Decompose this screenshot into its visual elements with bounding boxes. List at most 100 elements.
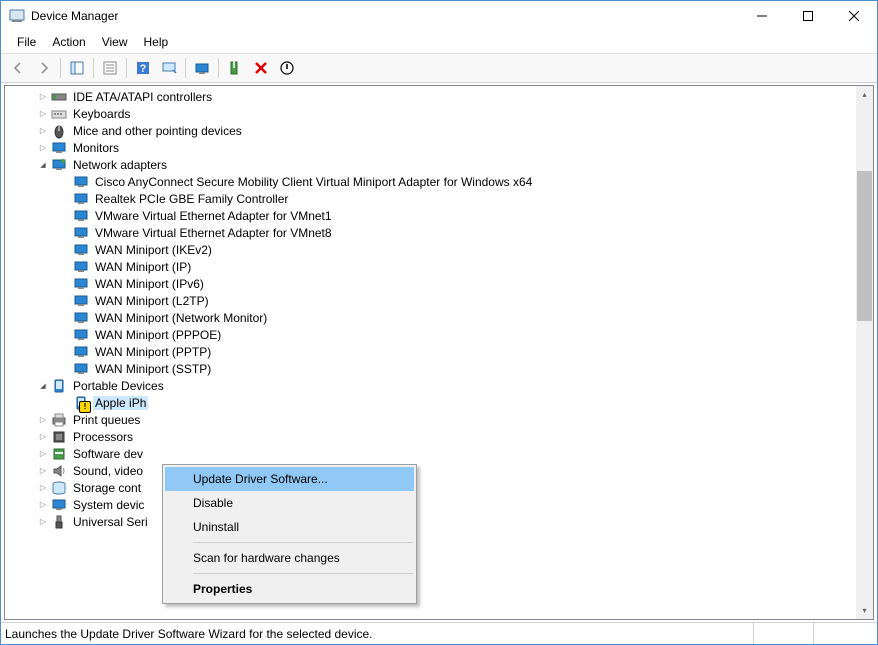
tree-node-label: Sound, video: [71, 464, 145, 478]
toolbar: ?: [1, 53, 877, 83]
tree-node[interactable]: WAN Miniport (Network Monitor): [5, 309, 856, 326]
status-cell: [753, 623, 813, 644]
tree-node[interactable]: WAN Miniport (IP): [5, 258, 856, 275]
scroll-down-button[interactable]: ▾: [856, 602, 873, 619]
update-driver-button[interactable]: [190, 56, 214, 80]
twisty-icon[interactable]: [35, 108, 51, 119]
window-controls: [739, 1, 877, 31]
tree-node[interactable]: Sound, video: [5, 462, 856, 479]
tree-node[interactable]: Cisco AnyConnect Secure Mobility Client …: [5, 173, 856, 190]
scrollbar-thumb[interactable]: [857, 171, 872, 321]
tree-node[interactable]: IDE ATA/ATAPI controllers: [5, 88, 856, 105]
ctx-properties[interactable]: Properties: [165, 577, 414, 601]
disable-button[interactable]: [275, 56, 299, 80]
ctx-scan-hardware[interactable]: Scan for hardware changes: [165, 546, 414, 570]
tree-node-label: Monitors: [71, 141, 121, 155]
tree-node[interactable]: System devic: [5, 496, 856, 513]
statusbar-text: Launches the Update Driver Software Wiza…: [5, 627, 753, 641]
tree-node[interactable]: Portable Devices: [5, 377, 856, 394]
statusbar: Launches the Update Driver Software Wiza…: [1, 622, 877, 644]
separator: [60, 58, 61, 78]
tree-node-label: WAN Miniport (IP): [93, 260, 193, 274]
adapter-icon: [73, 344, 89, 360]
adapter-icon: [73, 259, 89, 275]
forward-button[interactable]: [32, 56, 56, 80]
menubar: File Action View Help: [1, 31, 877, 53]
device-tree-area: IDE ATA/ATAPI controllersKeyboardsMice a…: [4, 85, 874, 620]
tree-node-label: WAN Miniport (IPv6): [93, 277, 206, 291]
menu-help[interactable]: Help: [136, 33, 177, 51]
usb-icon: [51, 514, 67, 530]
twisty-icon[interactable]: [35, 159, 51, 170]
menu-file[interactable]: File: [9, 33, 44, 51]
context-menu: Update Driver Software... Disable Uninst…: [162, 464, 417, 604]
tree-node[interactable]: WAN Miniport (IKEv2): [5, 241, 856, 258]
tree-node[interactable]: Software dev: [5, 445, 856, 462]
tree-node[interactable]: WAN Miniport (IPv6): [5, 275, 856, 292]
tree-node[interactable]: Network adapters: [5, 156, 856, 173]
system-icon: [51, 497, 67, 513]
twisty-icon[interactable]: [35, 516, 51, 527]
tree-node[interactable]: VMware Virtual Ethernet Adapter for VMne…: [5, 207, 856, 224]
tree-node[interactable]: Universal Seri: [5, 513, 856, 530]
back-button[interactable]: [6, 56, 30, 80]
tree-node-label: VMware Virtual Ethernet Adapter for VMne…: [93, 226, 334, 240]
window-title: Device Manager: [31, 9, 739, 23]
uninstall-button[interactable]: [249, 56, 273, 80]
device-tree[interactable]: IDE ATA/ATAPI controllersKeyboardsMice a…: [5, 86, 856, 619]
ctx-uninstall[interactable]: Uninstall: [165, 515, 414, 539]
tree-node[interactable]: Print queues: [5, 411, 856, 428]
tree-node[interactable]: WAN Miniport (PPPOE): [5, 326, 856, 343]
tree-node[interactable]: WAN Miniport (PPTP): [5, 343, 856, 360]
twisty-icon[interactable]: [35, 91, 51, 102]
close-button[interactable]: [831, 1, 877, 31]
twisty-icon[interactable]: [35, 380, 51, 391]
help-button[interactable]: ?: [131, 56, 155, 80]
enable-button[interactable]: [223, 56, 247, 80]
twisty-icon[interactable]: [35, 499, 51, 510]
properties-button[interactable]: [98, 56, 122, 80]
tree-node[interactable]: Processors: [5, 428, 856, 445]
twisty-icon[interactable]: [35, 482, 51, 493]
device-manager-window: Device Manager File Action View Help ? I…: [0, 0, 878, 645]
menu-action[interactable]: Action: [44, 33, 93, 51]
vertical-scrollbar[interactable]: ▴ ▾: [856, 86, 873, 619]
tree-node[interactable]: Apple iPh: [5, 394, 856, 411]
tree-node[interactable]: WAN Miniport (SSTP): [5, 360, 856, 377]
separator: [93, 58, 94, 78]
tree-node-label: IDE ATA/ATAPI controllers: [71, 90, 214, 104]
tree-node[interactable]: Storage cont: [5, 479, 856, 496]
maximize-button[interactable]: [785, 1, 831, 31]
minimize-button[interactable]: [739, 1, 785, 31]
twisty-icon[interactable]: [35, 465, 51, 476]
tree-node-label: Portable Devices: [71, 379, 166, 393]
adapter-icon: [73, 208, 89, 224]
ctx-update-driver[interactable]: Update Driver Software...: [165, 467, 414, 491]
tree-node-label: WAN Miniport (L2TP): [93, 294, 211, 308]
tree-node[interactable]: WAN Miniport (L2TP): [5, 292, 856, 309]
tree-node[interactable]: Keyboards: [5, 105, 856, 122]
tree-node-label: Universal Seri: [71, 515, 150, 529]
scroll-up-button[interactable]: ▴: [856, 86, 873, 103]
sound-icon: [51, 463, 67, 479]
scan-hardware-button[interactable]: [157, 56, 181, 80]
twisty-icon[interactable]: [35, 431, 51, 442]
tree-node[interactable]: Mice and other pointing devices: [5, 122, 856, 139]
twisty-icon[interactable]: [35, 448, 51, 459]
tree-node-label: VMware Virtual Ethernet Adapter for VMne…: [93, 209, 334, 223]
show-hide-tree-button[interactable]: [65, 56, 89, 80]
twisty-icon[interactable]: [35, 142, 51, 153]
twisty-icon[interactable]: [35, 125, 51, 136]
monitor-icon: [51, 140, 67, 156]
twisty-icon[interactable]: [35, 414, 51, 425]
adapter-icon: [73, 276, 89, 292]
tree-node[interactable]: VMware Virtual Ethernet Adapter for VMne…: [5, 224, 856, 241]
ctx-disable[interactable]: Disable: [165, 491, 414, 515]
separator: [126, 58, 127, 78]
tree-node[interactable]: Realtek PCIe GBE Family Controller: [5, 190, 856, 207]
tree-node[interactable]: Monitors: [5, 139, 856, 156]
menu-view[interactable]: View: [94, 33, 136, 51]
adapter-icon: [73, 310, 89, 326]
titlebar[interactable]: Device Manager: [1, 1, 877, 31]
tree-node-label: Storage cont: [71, 481, 143, 495]
